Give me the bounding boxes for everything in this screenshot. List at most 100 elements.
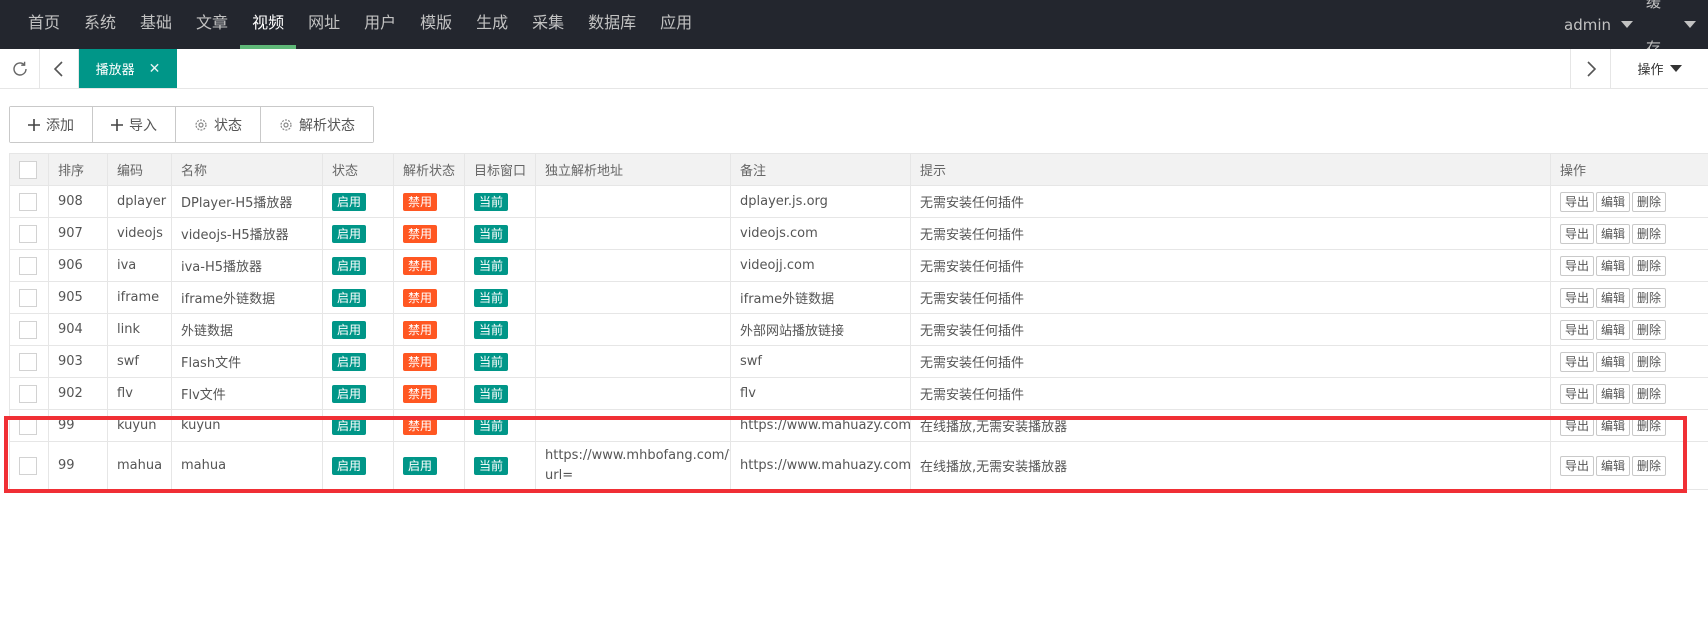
edit-button[interactable]: 编辑 <box>1596 223 1631 244</box>
export-button[interactable]: 导出 <box>1560 351 1595 372</box>
cache-dropdown[interactable]: 缓存 <box>1634 0 1708 57</box>
nav-article[interactable]: 文章 <box>184 0 240 49</box>
operations-cell: 导出 编辑 删除 <box>1550 345 1708 378</box>
parse-badge[interactable]: 禁用 <box>403 384 438 403</box>
edit-button[interactable]: 编辑 <box>1596 383 1631 404</box>
export-button[interactable]: 导出 <box>1560 287 1595 308</box>
status-badge[interactable]: 启用 <box>332 224 367 243</box>
parse-badge[interactable]: 禁用 <box>403 224 438 243</box>
nav-user[interactable]: 用户 <box>352 0 408 49</box>
col-remark[interactable]: 备注 <box>730 153 911 186</box>
target-badge[interactable]: 当前 <box>474 320 509 339</box>
import-button[interactable]: 导入 <box>93 107 176 142</box>
add-button[interactable]: 添加 <box>10 107 93 142</box>
edit-button[interactable]: 编辑 <box>1596 287 1631 308</box>
row-checkbox[interactable] <box>19 224 37 243</box>
col-operations[interactable]: 操作 <box>1550 153 1708 186</box>
status-badge[interactable]: 启用 <box>332 288 367 307</box>
nav-system[interactable]: 系统 <box>72 0 128 49</box>
select-all-checkbox[interactable] <box>19 160 37 179</box>
target-badge[interactable]: 当前 <box>474 456 509 475</box>
tab-next-button[interactable] <box>1570 49 1610 88</box>
row-checkbox[interactable] <box>19 384 37 403</box>
edit-button[interactable]: 编辑 <box>1596 415 1631 436</box>
tab-prev-button[interactable] <box>39 49 79 88</box>
export-button[interactable]: 导出 <box>1560 383 1595 404</box>
parse-badge[interactable]: 禁用 <box>403 352 438 371</box>
status-badge[interactable]: 启用 <box>332 192 367 211</box>
status-badge[interactable]: 启用 <box>332 256 367 275</box>
parse-badge[interactable]: 启用 <box>403 456 438 475</box>
nav-video[interactable]: 视频 <box>240 0 297 49</box>
status-button[interactable]: 状态 <box>176 107 261 142</box>
export-button[interactable]: 导出 <box>1560 455 1595 476</box>
user-dropdown[interactable]: admin <box>1552 0 1634 49</box>
target-badge[interactable]: 当前 <box>474 384 509 403</box>
tab-player[interactable]: 播放器 ✕ <box>79 49 177 88</box>
row-checkbox[interactable] <box>19 352 37 371</box>
row-checkbox[interactable] <box>19 288 37 307</box>
target-badge[interactable]: 当前 <box>474 224 509 243</box>
export-button[interactable]: 导出 <box>1560 223 1595 244</box>
export-button[interactable]: 导出 <box>1560 191 1595 212</box>
delete-button[interactable]: 删除 <box>1632 287 1667 308</box>
status-badge[interactable]: 启用 <box>332 352 367 371</box>
row-checkbox[interactable] <box>19 320 37 339</box>
row-checkbox[interactable] <box>19 416 37 435</box>
nav-generate[interactable]: 生成 <box>464 0 520 49</box>
col-code[interactable]: 编码 <box>107 153 172 186</box>
close-icon[interactable]: ✕ <box>149 61 161 77</box>
edit-button[interactable]: 编辑 <box>1596 351 1631 372</box>
status-badge[interactable]: 启用 <box>332 456 367 475</box>
delete-button[interactable]: 删除 <box>1632 455 1667 476</box>
target-badge[interactable]: 当前 <box>474 352 509 371</box>
tab-operations-dropdown[interactable]: 操作 <box>1610 49 1708 88</box>
status-badge[interactable]: 启用 <box>332 320 367 339</box>
target-badge[interactable]: 当前 <box>474 288 509 307</box>
target-badge[interactable]: 当前 <box>474 192 509 211</box>
delete-button[interactable]: 删除 <box>1632 223 1667 244</box>
nav-apps[interactable]: 应用 <box>648 0 704 49</box>
col-target-window[interactable]: 目标窗口 <box>464 153 536 186</box>
parse-badge[interactable]: 禁用 <box>403 416 438 435</box>
row-checkbox[interactable] <box>19 256 37 275</box>
parse-badge[interactable]: 禁用 <box>403 288 438 307</box>
parse-status-button[interactable]: 解析状态 <box>261 107 373 142</box>
parse-badge[interactable]: 禁用 <box>403 320 438 339</box>
delete-button[interactable]: 删除 <box>1632 319 1667 340</box>
col-sort[interactable]: 排序 <box>48 153 108 186</box>
edit-button[interactable]: 编辑 <box>1596 455 1631 476</box>
delete-button[interactable]: 删除 <box>1632 383 1667 404</box>
nav-database[interactable]: 数据库 <box>576 0 648 49</box>
delete-button[interactable]: 删除 <box>1632 255 1667 276</box>
edit-button[interactable]: 编辑 <box>1596 319 1631 340</box>
row-checkbox[interactable] <box>19 456 37 475</box>
target-badge[interactable]: 当前 <box>474 256 509 275</box>
caret-down-icon <box>1684 21 1696 28</box>
col-parse-url[interactable]: 独立解析地址 <box>535 153 731 186</box>
nav-template[interactable]: 模版 <box>408 0 464 49</box>
col-parse-status[interactable]: 解析状态 <box>393 153 465 186</box>
nav-home[interactable]: 首页 <box>16 0 72 49</box>
parse-badge[interactable]: 禁用 <box>403 192 438 211</box>
refresh-button[interactable] <box>0 49 40 88</box>
nav-basic[interactable]: 基础 <box>128 0 184 49</box>
col-tip[interactable]: 提示 <box>910 153 1551 186</box>
col-status[interactable]: 状态 <box>322 153 394 186</box>
parse-badge[interactable]: 禁用 <box>403 256 438 275</box>
row-checkbox[interactable] <box>19 192 37 211</box>
status-badge[interactable]: 启用 <box>332 384 367 403</box>
edit-button[interactable]: 编辑 <box>1596 255 1631 276</box>
export-button[interactable]: 导出 <box>1560 319 1595 340</box>
nav-collect[interactable]: 采集 <box>520 0 576 49</box>
export-button[interactable]: 导出 <box>1560 415 1595 436</box>
nav-website[interactable]: 网址 <box>296 0 352 49</box>
status-badge[interactable]: 启用 <box>332 416 367 435</box>
edit-button[interactable]: 编辑 <box>1596 191 1631 212</box>
delete-button[interactable]: 删除 <box>1632 351 1667 372</box>
col-name[interactable]: 名称 <box>171 153 323 186</box>
delete-button[interactable]: 删除 <box>1632 191 1667 212</box>
target-badge[interactable]: 当前 <box>474 416 509 435</box>
export-button[interactable]: 导出 <box>1560 255 1595 276</box>
delete-button[interactable]: 删除 <box>1632 415 1667 436</box>
